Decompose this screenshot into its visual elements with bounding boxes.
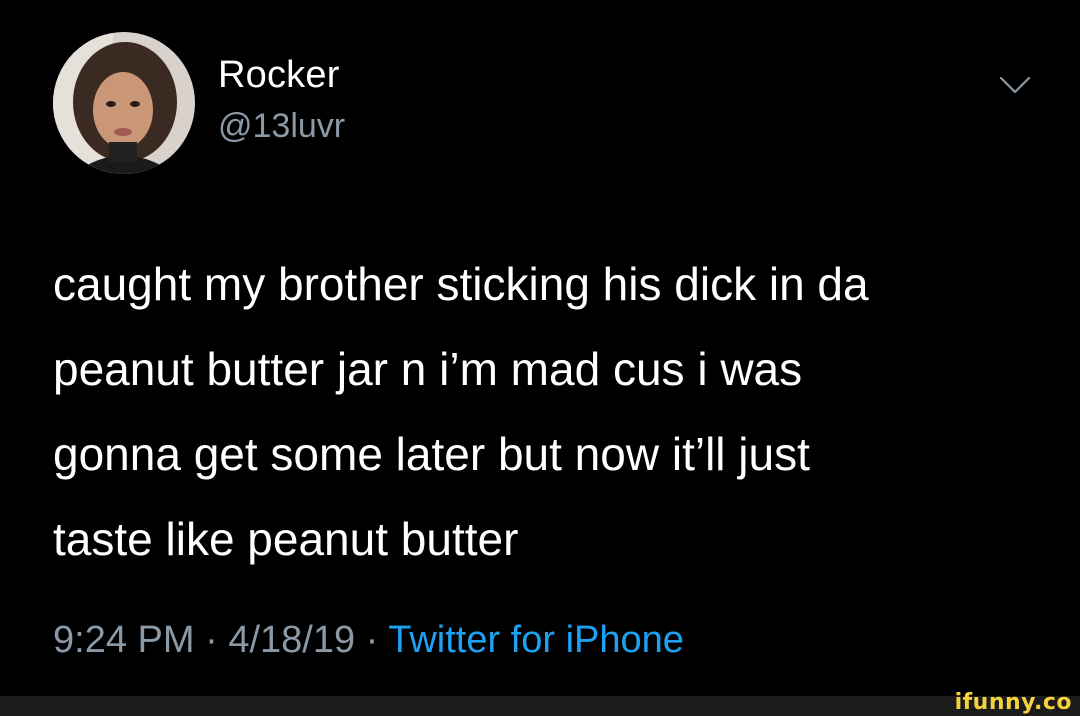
tweet-text: caught my brother sticking his dick in d… (53, 242, 1053, 582)
tweet-text-line: taste like peanut butter (53, 513, 519, 565)
tweet-card: Rocker @13luvr caught my brother stickin… (0, 0, 1080, 696)
separator: · (355, 619, 389, 661)
user-handle[interactable]: @13luvr (218, 107, 345, 146)
chevron-down-icon[interactable] (998, 74, 1032, 96)
tweet-meta: 9:24 PM · 4/18/19 · Twitter for iPhone (53, 619, 684, 662)
display-name[interactable]: Rocker (218, 54, 340, 97)
tweet-text-line: gonna get some later but now it’ll just (53, 428, 810, 480)
profile-photo-icon (53, 32, 195, 174)
watermark-bar (0, 696, 1080, 716)
avatar[interactable] (53, 32, 195, 174)
separator: · (194, 619, 229, 661)
tweet-date: 4/18/19 (228, 619, 356, 661)
tweet-time: 9:24 PM (53, 619, 195, 661)
tweet-text-line: peanut butter jar n i’m mad cus i was (53, 343, 803, 395)
watermark-logo: ifunny.co (954, 690, 1072, 715)
tweet-text-line: caught my brother sticking his dick in d… (53, 258, 869, 310)
tweet-source-link[interactable]: Twitter for iPhone (388, 619, 684, 661)
